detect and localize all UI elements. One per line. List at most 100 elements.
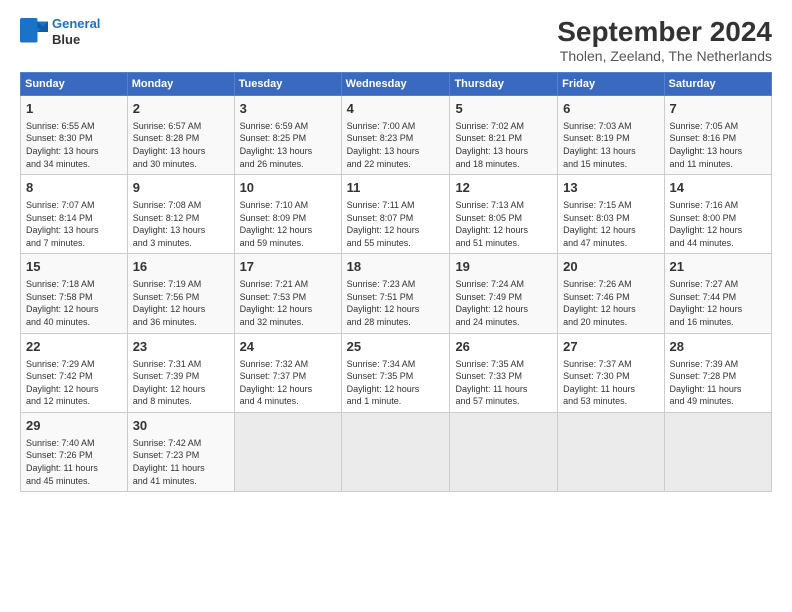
day-number: 30 [133,417,229,436]
day-info: Sunrise: 7:29 AMSunset: 7:42 PMDaylight:… [26,358,122,408]
calendar-week-4: 22Sunrise: 7:29 AMSunset: 7:42 PMDayligh… [21,333,772,412]
calendar-cell: 8Sunrise: 7:07 AMSunset: 8:14 PMDaylight… [21,175,128,254]
day-number: 21 [670,258,766,277]
day-info: Sunrise: 7:11 AMSunset: 8:07 PMDaylight:… [347,199,445,249]
calendar-cell: 20Sunrise: 7:26 AMSunset: 7:46 PMDayligh… [558,254,664,333]
day-number: 4 [347,100,445,119]
day-number: 23 [133,338,229,357]
logo-icon [20,18,48,46]
calendar-cell: 24Sunrise: 7:32 AMSunset: 7:37 PMDayligh… [234,333,341,412]
day-info: Sunrise: 7:31 AMSunset: 7:39 PMDaylight:… [133,358,229,408]
col-wednesday: Wednesday [341,73,450,96]
day-info: Sunrise: 7:27 AMSunset: 7:44 PMDaylight:… [670,278,766,328]
calendar-cell: 2Sunrise: 6:57 AMSunset: 8:28 PMDaylight… [127,96,234,175]
day-info: Sunrise: 7:37 AMSunset: 7:30 PMDaylight:… [563,358,658,408]
calendar-cell: 9Sunrise: 7:08 AMSunset: 8:12 PMDaylight… [127,175,234,254]
day-info: Sunrise: 7:18 AMSunset: 7:58 PMDaylight:… [26,278,122,328]
col-sunday: Sunday [21,73,128,96]
day-info: Sunrise: 7:40 AMSunset: 7:26 PMDaylight:… [26,437,122,487]
calendar-header: Sunday Monday Tuesday Wednesday Thursday… [21,73,772,96]
day-number: 17 [240,258,336,277]
calendar-cell: 15Sunrise: 7:18 AMSunset: 7:58 PMDayligh… [21,254,128,333]
calendar-cell: 11Sunrise: 7:11 AMSunset: 8:07 PMDayligh… [341,175,450,254]
day-info: Sunrise: 7:39 AMSunset: 7:28 PMDaylight:… [670,358,766,408]
calendar-cell: 6Sunrise: 7:03 AMSunset: 8:19 PMDaylight… [558,96,664,175]
calendar-cell: 17Sunrise: 7:21 AMSunset: 7:53 PMDayligh… [234,254,341,333]
day-info: Sunrise: 7:05 AMSunset: 8:16 PMDaylight:… [670,120,766,170]
calendar-cell: 12Sunrise: 7:13 AMSunset: 8:05 PMDayligh… [450,175,558,254]
header-row: Sunday Monday Tuesday Wednesday Thursday… [21,73,772,96]
calendar-cell: 1Sunrise: 6:55 AMSunset: 8:30 PMDaylight… [21,96,128,175]
day-number: 18 [347,258,445,277]
calendar-cell: 30Sunrise: 7:42 AMSunset: 7:23 PMDayligh… [127,412,234,491]
day-info: Sunrise: 6:59 AMSunset: 8:25 PMDaylight:… [240,120,336,170]
day-info: Sunrise: 7:16 AMSunset: 8:00 PMDaylight:… [670,199,766,249]
day-info: Sunrise: 7:23 AMSunset: 7:51 PMDaylight:… [347,278,445,328]
day-number: 28 [670,338,766,357]
calendar-cell: 3Sunrise: 6:59 AMSunset: 8:25 PMDaylight… [234,96,341,175]
calendar-cell [558,412,664,491]
day-number: 25 [347,338,445,357]
day-number: 5 [455,100,552,119]
calendar-week-3: 15Sunrise: 7:18 AMSunset: 7:58 PMDayligh… [21,254,772,333]
day-info: Sunrise: 7:08 AMSunset: 8:12 PMDaylight:… [133,199,229,249]
calendar-cell: 10Sunrise: 7:10 AMSunset: 8:09 PMDayligh… [234,175,341,254]
day-info: Sunrise: 7:19 AMSunset: 7:56 PMDaylight:… [133,278,229,328]
calendar-cell: 19Sunrise: 7:24 AMSunset: 7:49 PMDayligh… [450,254,558,333]
day-number: 8 [26,179,122,198]
day-info: Sunrise: 7:13 AMSunset: 8:05 PMDaylight:… [455,199,552,249]
calendar-cell: 18Sunrise: 7:23 AMSunset: 7:51 PMDayligh… [341,254,450,333]
calendar-body: 1Sunrise: 6:55 AMSunset: 8:30 PMDaylight… [21,96,772,492]
day-info: Sunrise: 7:03 AMSunset: 8:19 PMDaylight:… [563,120,658,170]
calendar-cell: 14Sunrise: 7:16 AMSunset: 8:00 PMDayligh… [664,175,771,254]
calendar-cell: 4Sunrise: 7:00 AMSunset: 8:23 PMDaylight… [341,96,450,175]
day-number: 2 [133,100,229,119]
day-number: 12 [455,179,552,198]
calendar-week-1: 1Sunrise: 6:55 AMSunset: 8:30 PMDaylight… [21,96,772,175]
calendar-week-2: 8Sunrise: 7:07 AMSunset: 8:14 PMDaylight… [21,175,772,254]
day-info: Sunrise: 6:57 AMSunset: 8:28 PMDaylight:… [133,120,229,170]
day-info: Sunrise: 7:26 AMSunset: 7:46 PMDaylight:… [563,278,658,328]
day-number: 11 [347,179,445,198]
calendar: Sunday Monday Tuesday Wednesday Thursday… [20,72,772,492]
day-info: Sunrise: 7:35 AMSunset: 7:33 PMDaylight:… [455,358,552,408]
day-number: 6 [563,100,658,119]
calendar-cell [341,412,450,491]
day-info: Sunrise: 7:10 AMSunset: 8:09 PMDaylight:… [240,199,336,249]
header: General Blue September 2024 Tholen, Zeel… [20,16,772,64]
calendar-cell: 13Sunrise: 7:15 AMSunset: 8:03 PMDayligh… [558,175,664,254]
day-number: 9 [133,179,229,198]
calendar-cell: 16Sunrise: 7:19 AMSunset: 7:56 PMDayligh… [127,254,234,333]
day-info: Sunrise: 7:07 AMSunset: 8:14 PMDaylight:… [26,199,122,249]
day-number: 7 [670,100,766,119]
day-number: 20 [563,258,658,277]
calendar-cell: 29Sunrise: 7:40 AMSunset: 7:26 PMDayligh… [21,412,128,491]
calendar-cell [664,412,771,491]
day-info: Sunrise: 7:42 AMSunset: 7:23 PMDaylight:… [133,437,229,487]
day-number: 13 [563,179,658,198]
day-number: 3 [240,100,336,119]
col-saturday: Saturday [664,73,771,96]
day-info: Sunrise: 6:55 AMSunset: 8:30 PMDaylight:… [26,120,122,170]
page: General Blue September 2024 Tholen, Zeel… [0,0,792,612]
calendar-cell: 7Sunrise: 7:05 AMSunset: 8:16 PMDaylight… [664,96,771,175]
logo-text: General Blue [52,16,100,47]
page-subtitle: Tholen, Zeeland, The Netherlands [557,48,772,64]
day-number: 26 [455,338,552,357]
day-number: 14 [670,179,766,198]
calendar-cell: 28Sunrise: 7:39 AMSunset: 7:28 PMDayligh… [664,333,771,412]
calendar-cell [450,412,558,491]
day-info: Sunrise: 7:32 AMSunset: 7:37 PMDaylight:… [240,358,336,408]
col-friday: Friday [558,73,664,96]
day-number: 15 [26,258,122,277]
col-tuesday: Tuesday [234,73,341,96]
day-number: 27 [563,338,658,357]
calendar-cell: 22Sunrise: 7:29 AMSunset: 7:42 PMDayligh… [21,333,128,412]
day-number: 16 [133,258,229,277]
day-number: 22 [26,338,122,357]
page-title: September 2024 [557,16,772,48]
logo: General Blue [20,16,100,47]
day-number: 19 [455,258,552,277]
col-thursday: Thursday [450,73,558,96]
title-block: September 2024 Tholen, Zeeland, The Neth… [557,16,772,64]
